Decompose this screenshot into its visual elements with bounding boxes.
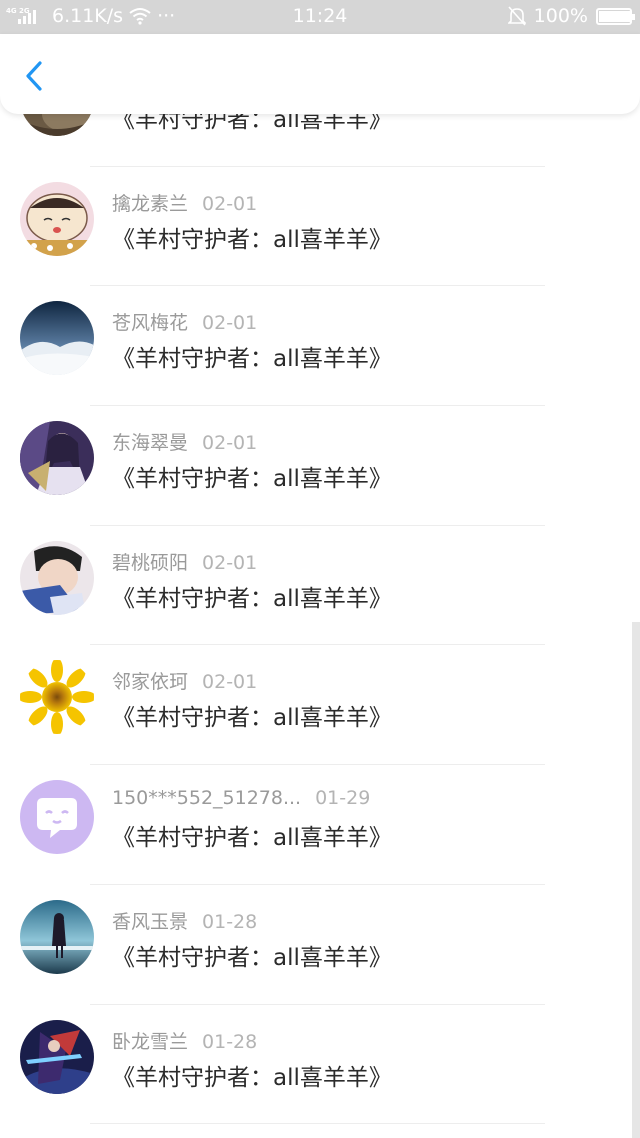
comment-item[interactable]: 碧桃硕阳 02-01 《羊村守护者：all喜羊羊》 (0, 526, 640, 646)
comment-meta: 150***552_51278... 01-29 (112, 787, 370, 809)
scrollbar[interactable] (632, 622, 640, 1138)
comment-item[interactable]: 擒龙素兰 02-01 《羊村守护者：all喜羊羊》 (0, 167, 640, 287)
comment-item[interactable]: 东海翠曼 02-01 《羊村守护者：all喜羊羊》 (0, 406, 640, 526)
comment-meta: 东海翠曼 02-01 (112, 428, 257, 455)
avatar[interactable] (20, 780, 94, 855)
bell-muted-icon (507, 6, 526, 26)
comment-meta: 苍风梅花 02-01 (112, 308, 257, 335)
avatar[interactable] (20, 1019, 94, 1094)
avatar[interactable] (20, 421, 94, 496)
comment-meta: 碧桃硕阳 02-01 (112, 548, 257, 575)
divider (90, 1123, 545, 1125)
avatar[interactable] (20, 301, 94, 376)
comment-date: 02-01 (202, 671, 258, 694)
username[interactable]: 邻家依珂 (112, 671, 188, 693)
comment-text: 《羊村守护者：all喜羊羊》 (112, 585, 392, 612)
comment-item[interactable]: 150***552_51278... 01-29 《羊村守护者：all喜羊羊》 (0, 765, 640, 885)
username[interactable]: 擒龙素兰 (112, 193, 188, 215)
comment-meta: 邻家依珂 02-01 (112, 667, 257, 694)
avatar[interactable] (20, 660, 94, 735)
comment-item[interactable]: 苍风梅花 02-01 《羊村守护者：all喜羊羊》 (0, 286, 640, 407)
comment-text: 《羊村守护者：all喜羊羊》 (112, 346, 392, 373)
comment-text: 《羊村守护者：all喜羊羊》 (112, 114, 392, 133)
username[interactable]: 150***552_51278... (112, 787, 301, 809)
status-bar: 4G 2G 6.11K/s ··· 11:24 100% (0, 0, 640, 34)
username[interactable]: 香风玉景 (112, 911, 188, 933)
avatar[interactable] (20, 540, 94, 615)
back-button[interactable] (18, 58, 54, 94)
comment-date: 02-01 (202, 312, 258, 335)
avatar[interactable] (20, 899, 94, 974)
top-nav-bar (0, 34, 640, 114)
comment-text: 《羊村守护者：all喜羊羊》 (112, 825, 392, 852)
comment-meta: 擒龙素兰 02-01 (112, 189, 257, 216)
comment-text: 《羊村守护者：all喜羊羊》 (112, 944, 392, 971)
comment-date: 01-29 (315, 787, 371, 810)
comment-date: 02-01 (202, 551, 258, 574)
comment-text: 《羊村守护者：all喜羊羊》 (112, 466, 392, 493)
comment-date: 01-28 (202, 910, 258, 933)
comment-text: 《羊村守护者：all喜羊羊》 (112, 226, 392, 253)
chevron-left-icon (26, 61, 42, 91)
comment-list[interactable]: 《羊村守护者：all喜羊羊》 擒龙素兰 02-01 《羊村守护者：all喜羊羊》 苍风梅… (0, 114, 640, 1138)
status-right: 100% (507, 5, 635, 27)
comment-item[interactable]: 邻家依珂 02-01 《羊村守护者：all喜羊羊》 (0, 645, 640, 766)
username[interactable]: 碧桃硕阳 (112, 552, 188, 574)
avatar[interactable] (20, 114, 94, 136)
username[interactable]: 东海翠曼 (112, 432, 188, 454)
battery-icon (596, 7, 635, 25)
username[interactable]: 苍风梅花 (112, 312, 188, 334)
comment-item[interactable]: 香风玉景 01-28 《羊村守护者：all喜羊羊》 (0, 885, 640, 1005)
comment-text: 《羊村守护者：all喜羊羊》 (112, 1064, 392, 1091)
comment-date: 02-01 (202, 192, 258, 215)
username[interactable]: 卧龙雪兰 (112, 1031, 188, 1053)
comment-date: 01-28 (202, 1030, 258, 1053)
comment-date: 02-01 (202, 432, 258, 455)
comment-text: 《羊村守护者：all喜羊羊》 (112, 705, 392, 732)
comment-item[interactable]: 《羊村守护者：all喜羊羊》 (0, 114, 640, 167)
battery-percent: 100% (533, 5, 588, 27)
comment-meta: 卧龙雪兰 01-28 (112, 1027, 257, 1054)
comment-meta: 香风玉景 01-28 (112, 907, 257, 934)
avatar[interactable] (20, 181, 94, 256)
comment-item[interactable]: 卧龙雪兰 01-28 《羊村守护者：all喜羊羊》 (0, 1005, 640, 1125)
